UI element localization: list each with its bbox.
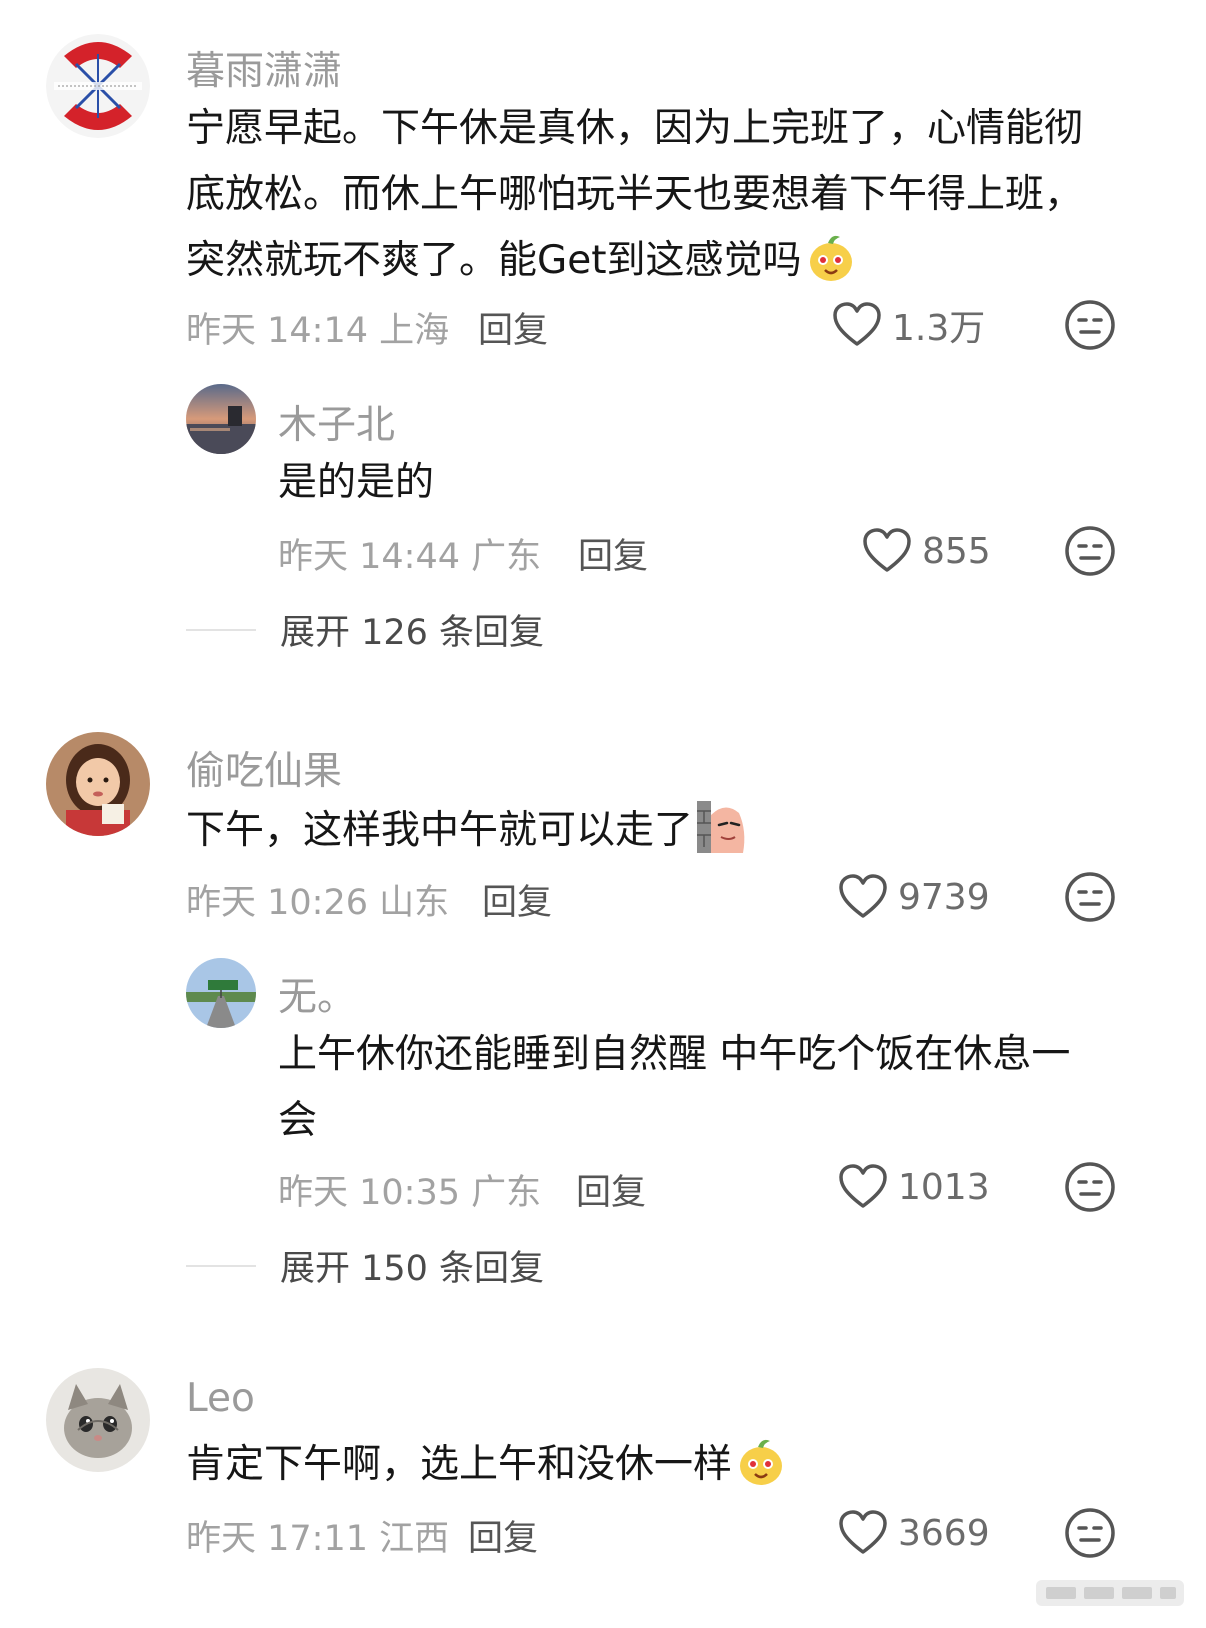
reply-time: 昨天 10:35 [278,1173,460,1213]
comment-text-line-with-emoji: 下午，这样我中午就可以走了 [186,798,1146,874]
comment-time: 昨天 17:11 [186,1519,368,1559]
reply-text: 是的是的 [278,450,1138,516]
like-button[interactable]: 9739 [838,872,990,922]
comment-text: 下午，这样我中午就可以走了 [186,798,1146,874]
expand-replies-button[interactable]: 展开 126 条回复 [186,604,544,655]
dislike-button[interactable] [1064,871,1116,923]
reply-meta: 昨天 14:44 广东 [278,528,541,579]
like-count: 3669 [898,1512,990,1554]
comment-meta: 昨天 14:14 上海 [186,302,449,353]
reply-button[interactable]: 回复 [578,528,648,579]
smiling-mango-emoji-icon [806,233,856,304]
smiling-mango-emoji-icon [736,1437,786,1508]
heart-outline-icon [839,1510,887,1554]
divider-line [186,1264,256,1267]
comment-location: 山东 [379,883,450,923]
reply-button[interactable]: 回复 [482,874,552,925]
reply-location: 广东 [471,1173,542,1213]
heart-outline-icon [833,302,881,346]
meh-face-icon [1065,526,1115,576]
like-button[interactable]: 1.3万 [832,300,985,350]
comment-text-line: 底放松。而休上午哪怕玩半天也要想着下午得上班， [186,172,1084,217]
like-button[interactable]: 3669 [838,1508,990,1558]
comment-username[interactable]: Leo [186,1376,255,1421]
reply-text-line: 是的是的 [278,460,435,505]
comment-text: 宁愿早起。下午休是真休，因为上完班了，心情能彻 底放松。而休上午哪怕玩半天也要想… [186,96,1146,304]
comment-username[interactable]: 偷吃仙果 [186,740,342,796]
reply-button[interactable]: 回复 [576,1164,646,1215]
reply-button[interactable]: 回复 [478,302,548,353]
comment-meta: 昨天 17:11 江西 [186,1510,449,1561]
like-count: 1013 [898,1166,990,1208]
meh-face-icon [1065,300,1115,350]
like-count: 855 [922,530,991,572]
avatar[interactable] [46,732,150,836]
dislike-button[interactable] [1064,299,1116,351]
like-button[interactable]: 1013 [838,1162,990,1212]
like-button[interactable]: 855 [862,526,991,576]
reply-time: 昨天 14:44 [278,537,460,577]
dislike-button[interactable] [1064,525,1116,577]
heart-outline-icon [863,528,911,572]
expand-replies-label: 展开 126 条回复 [280,613,545,653]
heart-outline-icon [839,874,887,918]
avatar[interactable] [186,958,256,1028]
reply-meta: 昨天 10:35 广东 [278,1164,541,1215]
comment-text-line: 宁愿早起。下午休是真休，因为上完班了，心情能彻 [186,106,1084,151]
avatar[interactable] [186,384,256,454]
like-count: 1.3万 [892,308,986,349]
dislike-button[interactable] [1064,1161,1116,1213]
reply-username[interactable]: 木子北 [278,394,395,450]
avatar[interactable] [46,1368,150,1472]
comment-text-line-with-emoji: 突然就玩不爽了。能Get到这感觉吗 [186,228,1146,304]
comment-text-line: 突然就玩不爽了。能Get到这感觉吗 [186,238,802,283]
like-count: 9739 [898,876,990,918]
reply-text-line: 会 [278,1098,318,1143]
comment-text-line-with-emoji: 肯定下午啊，选上午和没休一样 [186,1432,1146,1508]
reply-button[interactable]: 回复 [468,1510,538,1561]
avatar[interactable] [46,34,150,138]
meh-face-icon [1065,1162,1115,1212]
comment-text: 肯定下午啊，选上午和没休一样 [186,1432,1146,1508]
comment-time: 昨天 14:14 [186,311,368,351]
reply-username[interactable]: 无。 [278,966,356,1022]
reply-text: 上午休你还能睡到自然醒 中午吃个饭在休息一 会 [278,1022,1138,1154]
comment-text-line: 肯定下午啊，选上午和没休一样 [186,1442,733,1487]
watermark-logo [1036,1580,1184,1606]
meh-face-icon [1065,872,1115,922]
meh-face-icon [1065,1508,1115,1558]
comment-text-line: 下午，这样我中午就可以走了 [186,808,694,853]
comment-username[interactable]: 暮雨潇潇 [186,40,342,96]
reply-text-line: 上午休你还能睡到自然醒 中午吃个饭在休息一 [278,1032,1071,1077]
reply-location: 广东 [471,537,542,577]
comment-location: 江西 [379,1519,450,1559]
comment-time: 昨天 10:26 [186,883,368,923]
heart-outline-icon [839,1164,887,1208]
comment-location: 上海 [379,311,450,351]
expand-replies-label: 展开 150 条回复 [280,1249,545,1289]
comment-list: 暮雨潇潇 宁愿早起。下午休是真休，因为上完班了，心情能彻 底放松。而休上午哪怕玩… [0,0,1206,1628]
expand-replies-button[interactable]: 展开 150 条回复 [186,1240,544,1291]
peeking-wall-emoji-icon [697,801,747,874]
comment-meta: 昨天 10:26 山东 [186,874,449,925]
divider-line [186,628,256,631]
dislike-button[interactable] [1064,1507,1116,1559]
